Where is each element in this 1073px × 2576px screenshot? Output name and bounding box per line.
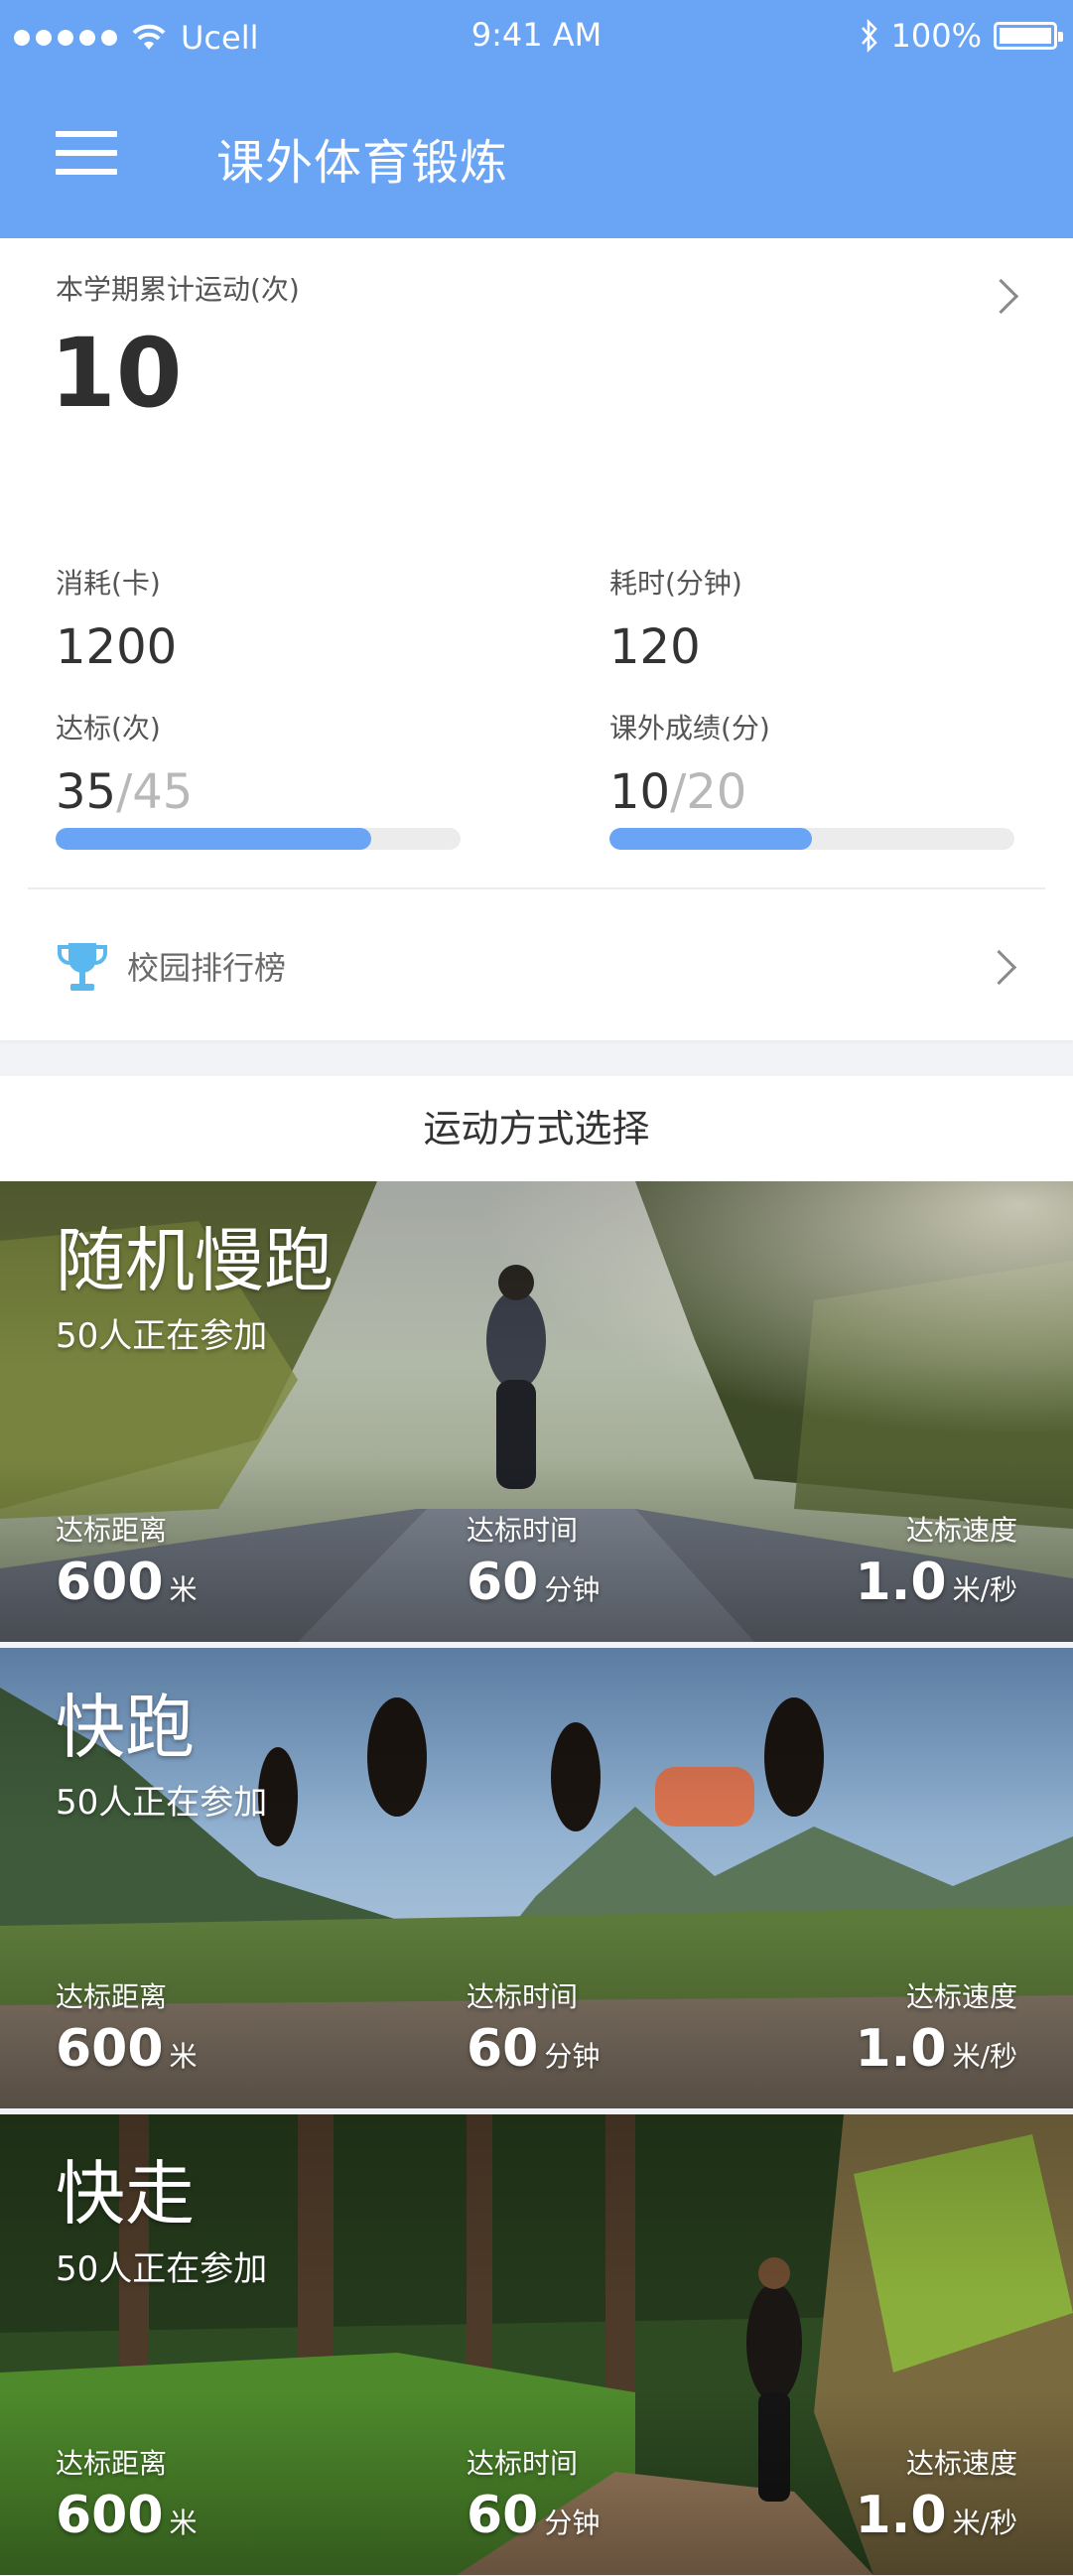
section-title: 运动方式选择 <box>0 1076 1073 1181</box>
score-total: /20 <box>670 764 747 820</box>
time-unit: 分钟 <box>544 2040 601 2073</box>
distance-unit: 米 <box>169 2507 198 2539</box>
distance-metric: 达标距离 600 米 <box>56 2442 198 2545</box>
duration-stat: 耗时(分钟) 120 <box>609 562 742 675</box>
bluetooth-icon <box>861 19 877 53</box>
status-right: 100% <box>860 14 1063 58</box>
battery-percent: 100% <box>890 17 982 55</box>
speed-metric: 达标速度 1.0 米/秒 <box>855 2442 1017 2545</box>
sport-title: 随机慢跑 <box>56 1220 334 1301</box>
speed-label: 达标速度 <box>905 2447 1017 2480</box>
distance-label: 达标距离 <box>56 2447 168 2480</box>
distance-label: 达标距离 <box>56 1980 168 2013</box>
score-label: 课外成绩(分) <box>609 712 770 745</box>
campus-ranking-row[interactable]: 校园排行榜 <box>0 889 1073 1040</box>
qualified-total: /45 <box>116 764 194 820</box>
time-metric: 达标时间 60 分钟 <box>467 1509 600 1612</box>
distance-label: 达标距离 <box>56 1514 168 1547</box>
sport-participants: 50人正在参加 <box>56 1783 268 1823</box>
sport-title: 快跑 <box>56 1687 195 1768</box>
speed-value: 1.0 <box>855 2019 947 2079</box>
distance-unit: 米 <box>169 2040 198 2073</box>
sport-title: 快走 <box>56 2153 195 2235</box>
distance-unit: 米 <box>169 1573 198 1606</box>
duration-value: 120 <box>609 619 701 675</box>
calories-stat: 消耗(卡) 1200 <box>56 562 177 675</box>
time-metric: 达标时间 60 分钟 <box>467 1975 600 2079</box>
status-bar: Ucell 9:41 AM 100% <box>0 0 1073 69</box>
score-current: 10 <box>609 764 671 820</box>
distance-metric: 达标距离 600 米 <box>56 1509 198 1612</box>
campus-ranking-label: 校园排行榜 <box>127 949 287 987</box>
stats-card: 本学期累计运动(次) 10 消耗(卡) 1200 耗时(分钟) 120 达标(次… <box>0 238 1073 1040</box>
nav-bar: 课外体育锻炼 <box>0 89 1073 218</box>
time-label: 达标时间 <box>467 1514 579 1547</box>
trophy-icon <box>58 943 107 991</box>
page-title: 课外体育锻炼 <box>216 135 509 191</box>
time-metric: 达标时间 60 分钟 <box>467 2442 600 2545</box>
calories-value: 1200 <box>56 619 178 675</box>
distance-value: 600 <box>56 2486 164 2545</box>
sport-card-walk[interactable]: 快走 50人正在参加 达标距离 600 米 达标时间 60 分钟 达标速度 1.0 米… <box>0 2114 1073 2575</box>
qualified-progress-fill <box>56 828 372 850</box>
qualified-label: 达标(次) <box>56 712 161 745</box>
sport-card-run[interactable]: 快跑 50人正在参加 达标距离 600 米 达标时间 60 分钟 达标速度 1.0 米… <box>0 1648 1073 2108</box>
distance-value: 600 <box>56 2019 164 2079</box>
qualified-value: 35/45 <box>56 764 193 820</box>
speed-label: 达标速度 <box>905 1980 1017 2013</box>
sport-card-jog[interactable]: 随机慢跑 50人正在参加 达标距离 600 米 达标时间 60 分钟 达标速度 1.… <box>0 1181 1073 1642</box>
time-value: 60 <box>467 2486 539 2545</box>
battery-icon <box>994 22 1063 50</box>
speed-unit: 米/秒 <box>952 2507 1017 2539</box>
semester-summary[interactable]: 本学期累计运动(次) 10 <box>0 238 1073 516</box>
speed-metric: 达标速度 1.0 米/秒 <box>855 1509 1017 1612</box>
semester-count-value: 10 <box>50 318 183 429</box>
duration-label: 耗时(分钟) <box>609 567 742 600</box>
speed-value: 1.0 <box>855 2486 947 2545</box>
speed-unit: 米/秒 <box>952 2040 1017 2073</box>
sport-participants: 50人正在参加 <box>56 1316 268 1356</box>
chevron-right-icon <box>981 949 1017 986</box>
score-progress-bar <box>609 828 1014 850</box>
distance-value: 600 <box>56 1553 164 1612</box>
score-progress-fill <box>609 828 812 850</box>
time-label: 达标时间 <box>467 1980 579 2013</box>
score-stat: 课外成绩(分) 10/20 <box>609 707 770 820</box>
time-label: 达标时间 <box>467 2447 579 2480</box>
calories-label: 消耗(卡) <box>56 567 161 600</box>
qualified-stat: 达标(次) 35/45 <box>56 707 193 820</box>
sport-participants: 50人正在参加 <box>56 2249 268 2289</box>
speed-value: 1.0 <box>855 1553 947 1612</box>
qualified-count: 35 <box>56 764 117 820</box>
time-value: 60 <box>467 2019 539 2079</box>
qualified-progress-bar <box>56 828 461 850</box>
speed-unit: 米/秒 <box>952 1573 1017 1606</box>
chevron-right-icon <box>983 278 1019 315</box>
app-header: Ucell 9:41 AM 100% 课外体育锻炼 <box>0 0 1073 238</box>
time-unit: 分钟 <box>544 1573 601 1606</box>
speed-label: 达标速度 <box>905 1514 1017 1547</box>
semester-count-label: 本学期累计运动(次) <box>56 273 300 306</box>
time-unit: 分钟 <box>544 2507 601 2539</box>
speed-metric: 达标速度 1.0 米/秒 <box>855 1975 1017 2079</box>
time-value: 60 <box>467 1553 539 1612</box>
hamburger-menu-icon[interactable] <box>56 131 117 175</box>
score-value: 10/20 <box>609 764 770 820</box>
distance-metric: 达标距离 600 米 <box>56 1975 198 2079</box>
